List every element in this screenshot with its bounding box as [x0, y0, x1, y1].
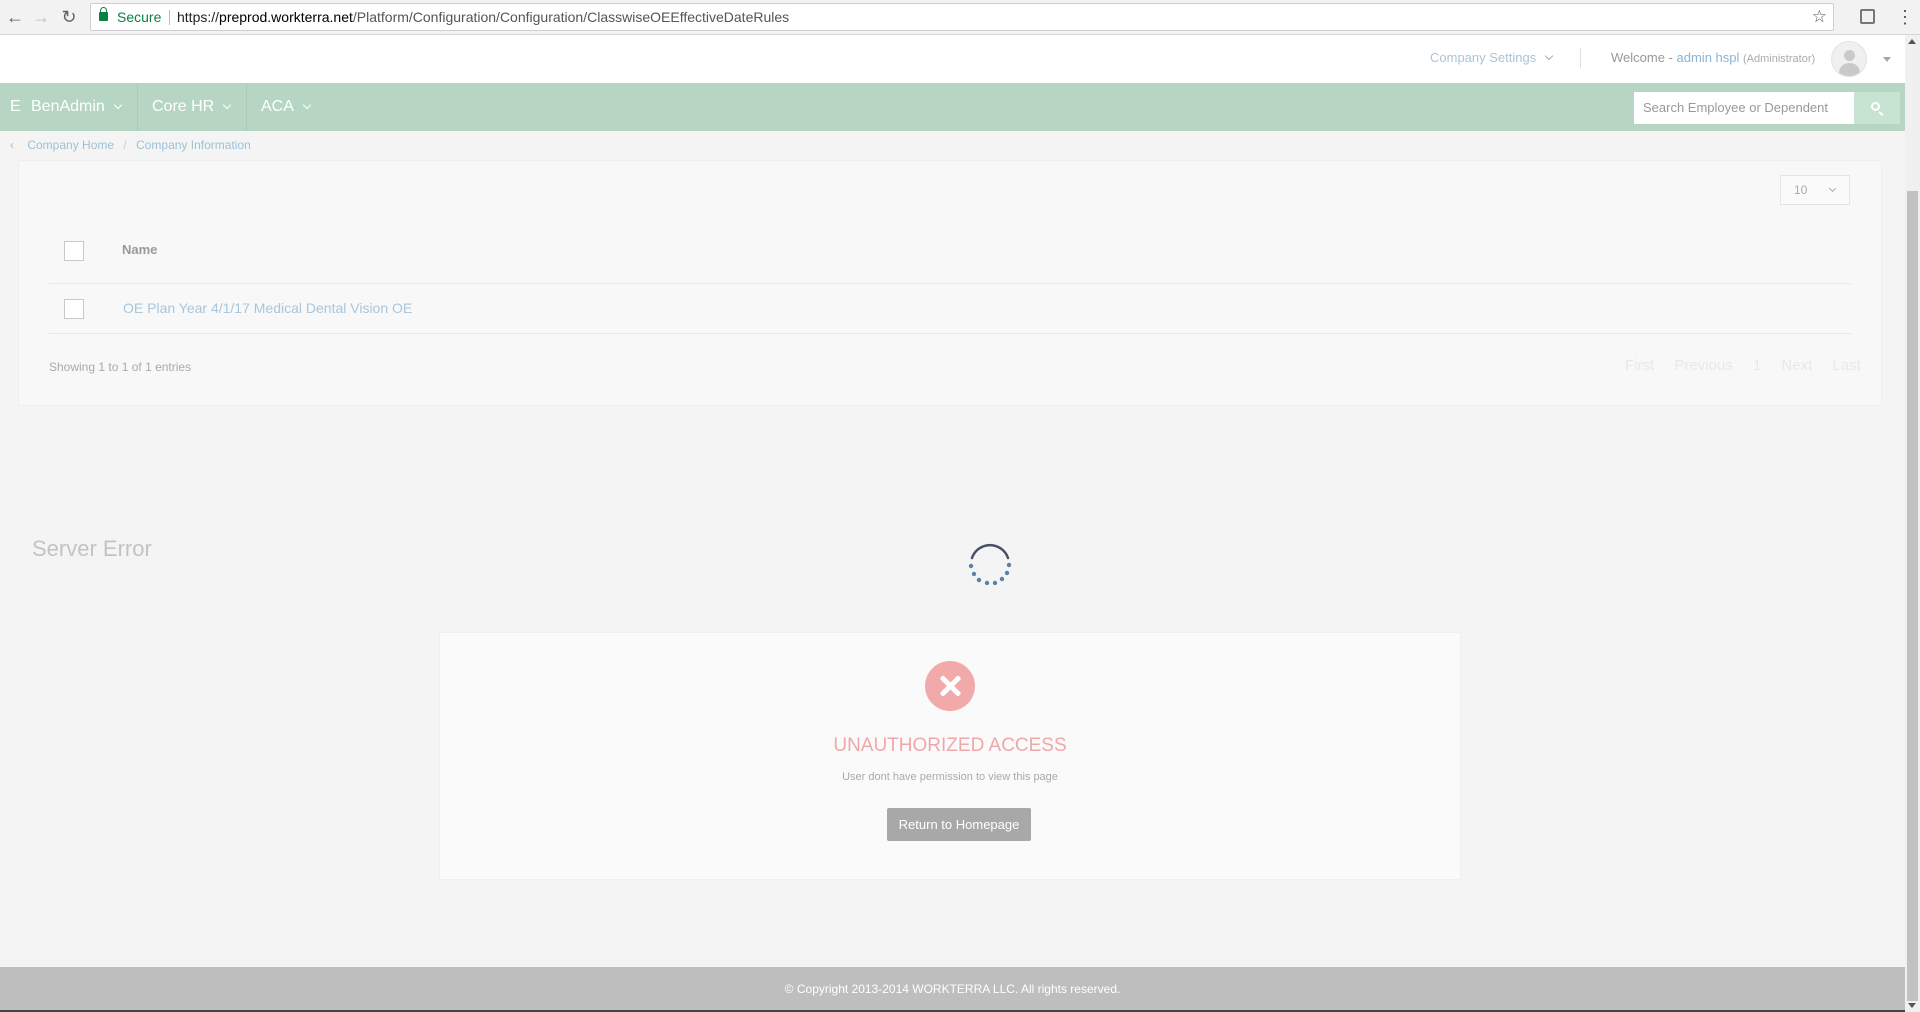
nav-divider	[246, 83, 247, 131]
reload-icon[interactable]: ↻	[58, 6, 80, 28]
header-divider	[1580, 48, 1581, 68]
footer: © Copyright 2013-2014 WORKTERRA LLC. All…	[0, 967, 1905, 1012]
avatar-head	[1844, 50, 1855, 61]
error-x-icon	[925, 661, 975, 711]
copyright-text: © Copyright 2013-2014 WORKTERRA LLC. All…	[784, 982, 1121, 996]
row-checkbox[interactable]	[64, 299, 84, 319]
column-header-name[interactable]: Name	[122, 242, 157, 257]
welcome-prefix: Welcome -	[1611, 50, 1673, 65]
extension-icon[interactable]	[1860, 9, 1875, 24]
url-scheme: https://	[177, 9, 220, 25]
forward-icon[interactable]: →	[30, 6, 52, 28]
url-text: https://preprod.workterra.net/Platform/C…	[177, 4, 789, 30]
nav-item-benadmin[interactable]: BenAdmin	[31, 83, 123, 131]
breadcrumb-item-company-information[interactable]: Company Information	[136, 138, 251, 152]
page-scrollbar[interactable]	[1905, 35, 1920, 1012]
table-info: Showing 1 to 1 of 1 entries	[49, 360, 192, 374]
breadcrumb-item-company-home[interactable]: Company Home	[27, 138, 114, 152]
error-message: User dont have permission to view this p…	[0, 771, 1900, 783]
secure-label: Secure	[117, 9, 162, 25]
pager-page[interactable]: 1	[1753, 357, 1761, 374]
user-role: (Administrator)	[1743, 53, 1816, 65]
url-host: preprod.workterra.net	[219, 9, 353, 25]
page-size-select[interactable]: 10	[1780, 175, 1850, 205]
pager-next[interactable]: Next	[1781, 357, 1812, 374]
loading-spinner-icon	[968, 543, 1012, 586]
scroll-down-icon[interactable]	[1908, 1003, 1916, 1008]
pagination: First Previous 1 Next Last	[1625, 357, 1877, 374]
search-icon	[1871, 102, 1880, 111]
app-header: Company Settings Welcome - admin hspl (A…	[0, 35, 1905, 83]
search-button[interactable]	[1854, 92, 1900, 124]
address-separator	[169, 10, 170, 25]
chevron-down-icon	[1544, 51, 1554, 61]
select-all-checkbox[interactable]	[64, 241, 84, 261]
nav-item-aca[interactable]: ACA	[261, 83, 312, 131]
address-bar[interactable]: Secure https://preprod.workterra.net/Pla…	[90, 3, 1834, 31]
chevron-down-icon	[1828, 184, 1837, 193]
bookmark-star-icon[interactable]: ☆	[1812, 4, 1827, 30]
chevron-down-icon	[113, 100, 123, 110]
lock-icon	[99, 7, 108, 21]
error-title: UNAUTHORIZED ACCESS	[0, 735, 1900, 757]
avatar[interactable]	[1831, 41, 1867, 77]
browser-menu-icon[interactable]: ⋮	[1896, 6, 1914, 28]
nav-item-label: ACA	[261, 98, 294, 115]
nav-item-label: BenAdmin	[31, 98, 105, 115]
return-to-homepage-button[interactable]: Return to Homepage	[887, 808, 1031, 841]
breadcrumb-separator: /	[123, 138, 127, 152]
chevron-left-icon[interactable]: ‹	[10, 138, 14, 152]
page-size-value: 10	[1794, 183, 1808, 197]
avatar-body	[1839, 63, 1860, 76]
chevron-down-icon	[222, 100, 232, 110]
table-divider	[49, 333, 1851, 334]
nav-item-corehr[interactable]: Core HR	[152, 83, 232, 131]
table-divider	[49, 283, 1851, 284]
table-row-name-link[interactable]: OE Plan Year 4/1/17 Medical Dental Visio…	[123, 300, 412, 316]
server-error-heading: Server Error	[32, 536, 152, 561]
chevron-down-icon	[302, 100, 312, 110]
company-settings-label: Company Settings	[1430, 50, 1537, 65]
user-name-link[interactable]: admin hspl	[1677, 50, 1740, 65]
main-nav: E BenAdmin Core HR ACA Search Employee o…	[0, 83, 1905, 131]
error-message-text: User dont have permission to view this p…	[842, 771, 1058, 783]
breadcrumb: ‹ Company Home / Company Information	[10, 138, 251, 152]
pager-last[interactable]: Last	[1832, 357, 1860, 374]
company-settings-dropdown[interactable]: Company Settings	[1430, 50, 1554, 65]
error-title-text: UNAUTHORIZED ACCESS	[833, 735, 1067, 756]
pager-first[interactable]: First	[1625, 357, 1654, 374]
browser-toolbar: ← → ↻ Secure https://preprod.workterra.n…	[0, 0, 1920, 35]
scroll-thumb[interactable]	[1907, 191, 1918, 1001]
caret-down-icon[interactable]	[1883, 57, 1891, 62]
nav-item-label: Core HR	[152, 98, 215, 115]
nav-item-cut[interactable]: E	[10, 83, 21, 131]
url-path: /Platform/Configuration/Configuration/Cl…	[352, 9, 790, 25]
back-icon[interactable]: ←	[4, 6, 26, 28]
nav-divider	[137, 83, 138, 131]
scroll-up-icon[interactable]	[1908, 39, 1916, 44]
pager-previous[interactable]: Previous	[1674, 357, 1732, 374]
welcome-text: Welcome - admin hspl (Administrator)	[1611, 50, 1815, 65]
search-input[interactable]: Search Employee or Dependent	[1634, 92, 1854, 124]
